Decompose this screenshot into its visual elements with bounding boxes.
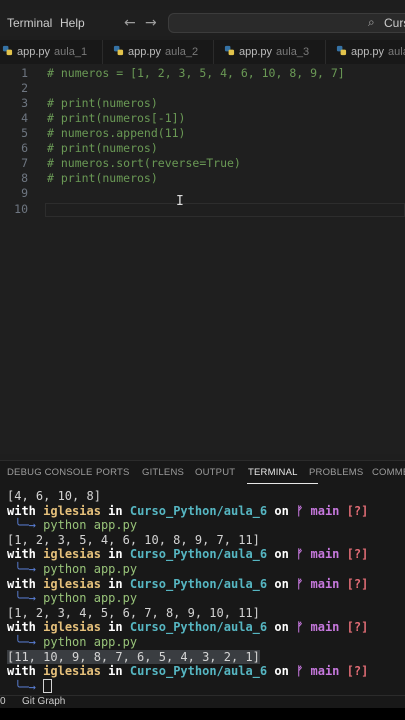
code-text[interactable]: # print(numeros) xyxy=(47,141,158,156)
current-line-highlight xyxy=(45,203,405,217)
git-branch-icon: ᚠ xyxy=(296,503,304,518)
tab-terminal[interactable]: TERMINAL xyxy=(248,467,298,478)
line-number: 1 xyxy=(21,66,28,80)
text-cursor-icon: I xyxy=(176,194,184,209)
line-number: 5 xyxy=(21,126,28,140)
prompt-line: with iglesias in Curso_Python/aula_6 on … xyxy=(7,503,369,518)
forward-arrow-icon[interactable]: → xyxy=(145,15,157,31)
title-bar: Terminal Help ← → ⌕ Curs xyxy=(0,10,405,36)
tab-file: app.py xyxy=(17,46,51,58)
command-line: ╰─→ python app.py xyxy=(14,591,138,606)
search-icon: ⌕ xyxy=(368,15,375,29)
screen-bottom-edge xyxy=(0,708,405,720)
tab-dir: aula_ xyxy=(388,46,405,58)
tab-debug-console[interactable]: DEBUG CONSOLE xyxy=(7,467,92,478)
tab-problems[interactable]: PROBLEMS xyxy=(309,467,363,478)
tab-file: app.py xyxy=(351,46,385,58)
line-number: 7 xyxy=(21,156,28,170)
tab-ports[interactable]: PORTS xyxy=(96,467,130,478)
code-text[interactable]: # print(numeros) xyxy=(47,171,158,186)
terminal-line: [1, 2, 3, 5, 4, 6, 10, 8, 9, 7, 11] xyxy=(7,532,260,547)
line-number: 2 xyxy=(21,81,28,95)
terminal-output[interactable]: [4, 6, 10, 8] with iglesias in Curso_Pyt… xyxy=(7,489,405,694)
code-text[interactable]: # print(numeros[-1]) xyxy=(47,111,185,126)
git-branch-icon: ᚠ xyxy=(296,547,304,562)
tab-app-aula-3[interactable]: app.py aula_3 xyxy=(224,40,309,64)
tab-comments[interactable]: COMME xyxy=(372,467,405,478)
tab-dir: aula_2 xyxy=(165,46,199,58)
status-bar: 0 Git Graph xyxy=(0,695,405,709)
back-arrow-icon[interactable]: ← xyxy=(124,15,136,31)
git-branch-icon: ᚠ xyxy=(296,664,304,679)
line-number: 8 xyxy=(21,171,28,185)
status-count[interactable]: 0 xyxy=(0,696,6,707)
git-branch-icon: ᚠ xyxy=(296,620,304,635)
tab-output[interactable]: OUTPUT xyxy=(195,467,235,478)
tab-file: app.py xyxy=(239,46,273,58)
terminal-cursor[interactable] xyxy=(43,678,53,693)
menu-terminal[interactable]: Terminal xyxy=(7,16,52,30)
command-line: ╰─→ python app.py xyxy=(14,518,138,533)
tab-gitlens[interactable]: GITLENS xyxy=(142,467,184,478)
python-file-icon xyxy=(224,45,235,56)
bottom-panel: DEBUG CONSOLE PORTS GITLENS OUTPUT TERMI… xyxy=(0,460,405,696)
code-editor[interactable]: 1 # numeros = [1, 2, 3, 5, 4, 6, 10, 8, 9… xyxy=(0,64,405,454)
python-file-icon xyxy=(113,45,124,56)
code-text[interactable]: # numeros.append(11) xyxy=(47,126,185,141)
code-text[interactable]: # print(numeros) xyxy=(47,96,158,111)
command-center-search[interactable]: ⌕ Curs xyxy=(168,13,405,33)
terminal-line: [1, 2, 3, 4, 5, 6, 7, 8, 9, 10, 11] xyxy=(7,605,260,620)
prompt-line: with iglesias in Curso_Python/aula_6 on … xyxy=(7,547,369,562)
menu-help[interactable]: Help xyxy=(60,16,85,30)
code-text[interactable]: # numeros = [1, 2, 3, 5, 4, 6, 10, 8, 9,… xyxy=(47,66,345,81)
search-text: Curs xyxy=(384,16,405,30)
tab-app-aula-partial[interactable]: app.pyaula_ xyxy=(336,40,405,64)
active-tab-indicator xyxy=(247,483,318,484)
line-number: 4 xyxy=(21,111,28,125)
tab-dir: aula_1 xyxy=(54,46,88,58)
terminal-line: [4, 6, 10, 8] xyxy=(7,489,101,503)
prompt-line: with iglesias in Curso_Python/aula_6 on … xyxy=(7,620,369,635)
command-line: ╰─→ xyxy=(7,678,405,694)
git-graph-button[interactable]: Git Graph xyxy=(22,696,65,707)
line-number: 3 xyxy=(21,96,28,110)
prompt-line: with iglesias in Curso_Python/aula_6 on … xyxy=(7,576,369,591)
line-number: 6 xyxy=(21,141,28,155)
tab-dir: aula_3 xyxy=(276,46,310,58)
python-file-icon xyxy=(2,45,13,56)
line-number: 9 xyxy=(21,186,28,200)
tab-app-aula-2[interactable]: app.py aula_2 xyxy=(113,40,198,64)
editor-tabs: app.py aula_1 app.py aula_2 app.py aula_3 a… xyxy=(0,40,405,65)
command-line: ╰─→ python app.py xyxy=(14,561,138,576)
terminal-line-selected: [11, 10, 9, 8, 7, 6, 5, 4, 3, 2, 1] xyxy=(7,649,260,664)
code-text[interactable]: # numeros.sort(reverse=True) xyxy=(47,156,241,171)
git-branch-icon: ᚠ xyxy=(296,576,304,591)
command-line: ╰─→ python app.py xyxy=(14,634,138,649)
tab-file: app.py xyxy=(128,46,162,58)
tab-app-aula-1[interactable]: app.py aula_1 xyxy=(2,40,87,64)
prompt-line: with iglesias in Curso_Python/aula_6 on … xyxy=(7,664,369,679)
python-file-icon xyxy=(336,45,347,56)
line-number: 10 xyxy=(14,202,28,216)
